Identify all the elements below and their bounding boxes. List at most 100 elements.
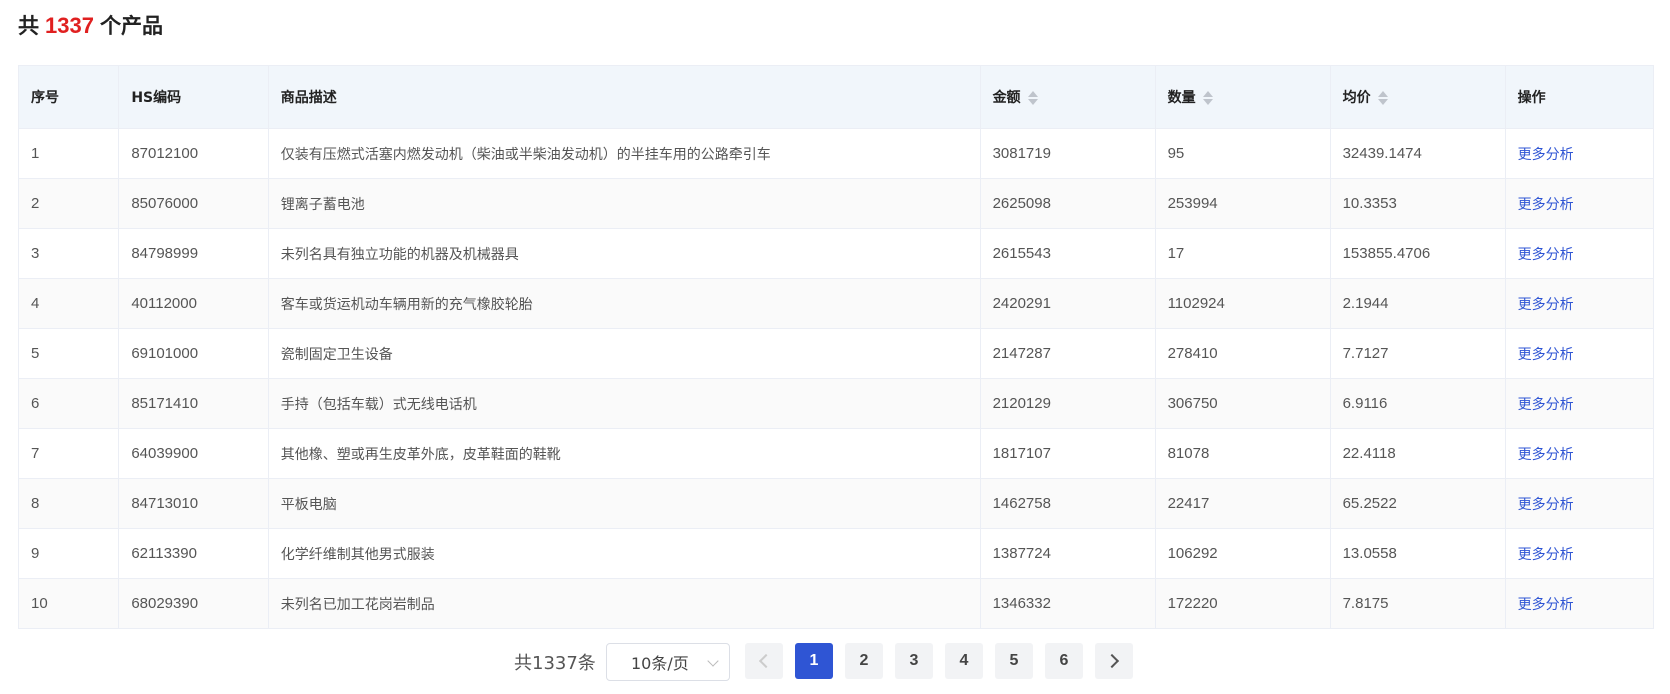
- page-button-1[interactable]: 1: [795, 643, 833, 679]
- page-button-4[interactable]: 4: [945, 643, 983, 679]
- more-analysis-link[interactable]: 更多分析: [1518, 497, 1574, 513]
- cell-index: 9: [17, 528, 120, 579]
- table-row: 4 40112000 客车或货运机动车辆用新的充气橡胶轮胎 2420291 110292…: [17, 278, 1655, 329]
- cell-quantity: 106292: [1154, 528, 1331, 579]
- col-header-hs-code: HS编码: [118, 65, 269, 129]
- cell-index: 6: [17, 378, 120, 429]
- cell-description: 化学纤维制其他男式服装: [267, 528, 981, 579]
- cell-hs-code: 85171410: [118, 378, 269, 429]
- cell-amount: 1462758: [979, 478, 1156, 529]
- cell-action: 更多分析: [1504, 478, 1655, 529]
- cell-amount: 2120129: [979, 378, 1156, 429]
- cell-description: 未列名具有独立功能的机器及机械器具: [267, 228, 981, 279]
- col-header-index: 序号: [17, 65, 120, 129]
- cell-description: 手持（包括车载）式无线电话机: [267, 378, 981, 429]
- more-analysis-link[interactable]: 更多分析: [1518, 297, 1574, 313]
- cell-hs-code: 40112000: [118, 278, 269, 329]
- cell-index: 8: [17, 478, 120, 529]
- more-analysis-link[interactable]: 更多分析: [1518, 247, 1574, 263]
- cell-hs-code: 85076000: [118, 178, 269, 229]
- col-header-actions: 操作: [1504, 65, 1655, 129]
- table-row: 1 87012100 仅装有压燃式活塞内燃发动机（柴油或半柴油发动机）的半挂车用的公…: [17, 128, 1655, 179]
- col-header-description: 商品描述: [267, 65, 981, 129]
- cell-action: 更多分析: [1504, 178, 1655, 229]
- cell-index: 3: [17, 228, 120, 279]
- cell-avg-price: 13.0558: [1329, 528, 1506, 579]
- cell-description: 平板电脑: [267, 478, 981, 529]
- table-row: 7 64039900 其他橡、塑或再生皮革外底，皮革鞋面的鞋靴 1817107 8107…: [17, 428, 1655, 479]
- table-header-row: 序号 HS编码 商品描述 金额 数量 均价 操作: [17, 65, 1655, 129]
- table-row: 10 68029390 未列名已加工花岗岩制品 1346332 172220 7.8175…: [17, 578, 1655, 629]
- col-header-amount[interactable]: 金额: [979, 65, 1156, 129]
- products-table: 序号 HS编码 商品描述 金额 数量 均价 操作 1 87012100 仅装有压燃式…: [17, 65, 1655, 629]
- next-page-button[interactable]: [1095, 643, 1133, 679]
- cell-quantity: 95: [1154, 128, 1331, 179]
- more-analysis-link[interactable]: 更多分析: [1518, 397, 1574, 413]
- chevron-right-icon: [1104, 653, 1120, 669]
- product-count: 1337: [45, 13, 94, 38]
- page-size-select[interactable]: 10条/页: [606, 643, 730, 681]
- cell-action: 更多分析: [1504, 128, 1655, 179]
- more-analysis-link[interactable]: 更多分析: [1518, 147, 1574, 163]
- cell-hs-code: 64039900: [118, 428, 269, 479]
- cell-action: 更多分析: [1504, 278, 1655, 329]
- cell-description: 未列名已加工花岗岩制品: [267, 578, 981, 629]
- cell-amount: 2147287: [979, 328, 1156, 379]
- cell-avg-price: 7.8175: [1329, 578, 1506, 629]
- col-header-avg-price[interactable]: 均价: [1329, 65, 1506, 129]
- cell-amount: 3081719: [979, 128, 1156, 179]
- more-analysis-link[interactable]: 更多分析: [1518, 547, 1574, 563]
- cell-description: 仅装有压燃式活塞内燃发动机（柴油或半柴油发动机）的半挂车用的公路牵引车: [267, 128, 981, 179]
- cell-index: 10: [17, 578, 120, 629]
- prev-page-button[interactable]: [745, 643, 783, 679]
- more-analysis-link[interactable]: 更多分析: [1518, 197, 1574, 213]
- cell-quantity: 17: [1154, 228, 1331, 279]
- cell-amount: 2615543: [979, 228, 1156, 279]
- cell-hs-code: 68029390: [118, 578, 269, 629]
- col-header-quantity[interactable]: 数量: [1154, 65, 1331, 129]
- cell-avg-price: 65.2522: [1329, 478, 1506, 529]
- page-button-3[interactable]: 3: [895, 643, 933, 679]
- cell-hs-code: 62113390: [118, 528, 269, 579]
- cell-avg-price: 10.3353: [1329, 178, 1506, 229]
- table-row: 8 84713010 平板电脑 1462758 22417 65.2522 更多分析: [17, 478, 1655, 529]
- cell-action: 更多分析: [1504, 328, 1655, 379]
- cell-index: 2: [17, 178, 120, 229]
- cell-index: 5: [17, 328, 120, 379]
- cell-avg-price: 6.9116: [1329, 378, 1506, 429]
- cell-index: 4: [17, 278, 120, 329]
- cell-amount: 1387724: [979, 528, 1156, 579]
- page-button-6[interactable]: 6: [1045, 643, 1083, 679]
- cell-description: 其他橡、塑或再生皮革外底，皮革鞋面的鞋靴: [267, 428, 981, 479]
- cell-action: 更多分析: [1504, 428, 1655, 479]
- cell-hs-code: 84713010: [118, 478, 269, 529]
- table-row: 6 85171410 手持（包括车载）式无线电话机 2120129 306750 6.91…: [17, 378, 1655, 429]
- more-analysis-link[interactable]: 更多分析: [1518, 347, 1574, 363]
- title-suffix: 个产品: [99, 14, 163, 38]
- cell-description: 锂离子蓄电池: [267, 178, 981, 229]
- sort-icon[interactable]: [1202, 90, 1214, 106]
- cell-action: 更多分析: [1504, 578, 1655, 629]
- page-title: 共 1337 个产品: [18, 10, 163, 40]
- cell-hs-code: 69101000: [118, 328, 269, 379]
- cell-hs-code: 87012100: [118, 128, 269, 179]
- cell-quantity: 306750: [1154, 378, 1331, 429]
- page-button-2[interactable]: 2: [845, 643, 883, 679]
- page-size-value: 10条/页: [631, 654, 689, 673]
- cell-index: 1: [17, 128, 120, 179]
- more-analysis-link[interactable]: 更多分析: [1518, 597, 1574, 613]
- table-row: 5 69101000 瓷制固定卫生设备 2147287 278410 7.7127 更多分析: [17, 328, 1655, 379]
- cell-description: 客车或货运机动车辆用新的充气橡胶轮胎: [267, 278, 981, 329]
- pagination-total: 共1337条: [514, 653, 596, 674]
- chevron-left-icon: [758, 653, 774, 669]
- cell-avg-price: 32439.1474: [1329, 128, 1506, 179]
- cell-avg-price: 22.4118: [1329, 428, 1506, 479]
- sort-icon[interactable]: [1377, 90, 1389, 106]
- page-button-5[interactable]: 5: [995, 643, 1033, 679]
- more-analysis-link[interactable]: 更多分析: [1518, 447, 1574, 463]
- cell-quantity: 1102924: [1154, 278, 1331, 329]
- table-row: 9 62113390 化学纤维制其他男式服装 1387724 106292 13.0558…: [17, 528, 1655, 579]
- table-row: 2 85076000 锂离子蓄电池 2625098 253994 10.3353 更多分析: [17, 178, 1655, 229]
- sort-icon[interactable]: [1027, 90, 1039, 106]
- cell-description: 瓷制固定卫生设备: [267, 328, 981, 379]
